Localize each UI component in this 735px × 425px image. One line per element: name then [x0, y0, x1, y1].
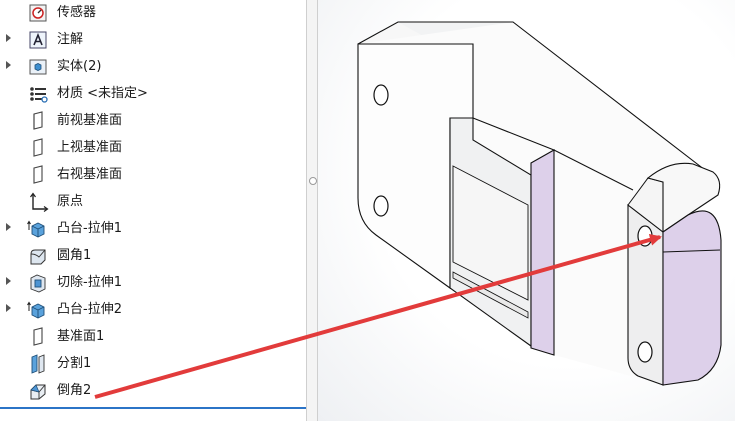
- tree-item-label: 倒角2: [57, 383, 92, 398]
- tree-item-boss-extrude-2[interactable]: 凸台-拉伸2: [0, 296, 300, 323]
- graphics-area[interactable]: [318, 0, 735, 421]
- plane-icon: [33, 138, 43, 157]
- boss-extrude-icon: [27, 220, 45, 238]
- tree-item-label: 材质 <未指定>: [57, 86, 148, 101]
- chamfer-icon: [30, 384, 46, 400]
- tree-item-label: 分割1: [57, 356, 92, 371]
- hole: [637, 341, 653, 363]
- tree-item-cut-extrude-1[interactable]: 切除-拉伸1: [0, 269, 300, 296]
- expand-arrow-icon[interactable]: [6, 277, 11, 285]
- tree-item-label: 凸台-拉伸2: [57, 302, 122, 317]
- tree-item-right-plane[interactable]: 右视基准面: [0, 161, 300, 188]
- solid-bodies-icon: [29, 59, 47, 75]
- rollback-bar[interactable]: [0, 407, 306, 409]
- tree-item-label: 原点: [57, 194, 84, 209]
- tree-item-chamfer-2[interactable]: 倒角2: [0, 377, 300, 404]
- tree-item-label: 切除-拉伸1: [57, 275, 122, 290]
- expand-arrow-icon[interactable]: [6, 304, 11, 312]
- tree-item-label: 凸台-拉伸1: [57, 221, 122, 236]
- tree-item-label: 上视基准面: [57, 140, 123, 155]
- tree-item-origin[interactable]: 原点: [0, 188, 300, 215]
- tree-item-label: 注解: [57, 32, 84, 47]
- feature-manager-tree: 传感器 注解 实体(2) 材质 <未指定> 前视基准面 上视基准面 右视基准面 …: [0, 0, 306, 421]
- tree-item-fillet-1[interactable]: 圆角1: [0, 242, 300, 269]
- expand-arrow-icon[interactable]: [6, 61, 11, 69]
- splitter-grip-icon[interactable]: [309, 177, 317, 185]
- tree-item-material[interactable]: 材质 <未指定>: [0, 80, 300, 107]
- tree-item-split-1[interactable]: 分割1: [0, 350, 300, 377]
- material-icon: [30, 87, 48, 103]
- plane-icon: [33, 111, 43, 130]
- hole: [373, 84, 389, 106]
- tree-item-boss-extrude-1[interactable]: 凸台-拉伸1: [0, 215, 300, 242]
- plane-icon: [33, 327, 43, 346]
- panel-splitter[interactable]: [306, 0, 318, 421]
- plane-icon: [33, 165, 43, 184]
- tree-item-plane-1[interactable]: 基准面1: [0, 323, 300, 350]
- sensor-icon: [29, 4, 47, 22]
- split-icon: [31, 354, 45, 374]
- boss-extrude-icon: [27, 301, 45, 319]
- hole: [637, 225, 653, 247]
- tree-item-front-plane[interactable]: 前视基准面: [0, 107, 300, 134]
- origin-icon: [30, 192, 49, 212]
- tree-item-label: 圆角1: [57, 248, 92, 263]
- hole: [373, 195, 389, 217]
- end-block-side: [662, 210, 722, 386]
- tree-item-sensors[interactable]: 传感器: [0, 0, 300, 26]
- tree-item-label: 传感器: [57, 5, 97, 20]
- tree-item-annotations[interactable]: 注解: [0, 26, 300, 53]
- expand-arrow-icon[interactable]: [6, 34, 11, 42]
- annotation-icon: [29, 31, 47, 49]
- tree-item-label: 实体(2): [57, 59, 102, 74]
- part-model[interactable]: [318, 0, 735, 421]
- tree-item-solid-bodies[interactable]: 实体(2): [0, 53, 300, 80]
- expand-arrow-icon[interactable]: [6, 223, 11, 231]
- tree-item-top-plane[interactable]: 上视基准面: [0, 134, 300, 161]
- tree-item-label: 前视基准面: [57, 113, 123, 128]
- cut-extrude-icon: [30, 274, 46, 293]
- tree-item-label: 基准面1: [57, 329, 105, 344]
- split-face: [530, 149, 555, 356]
- fillet-icon: [30, 249, 46, 265]
- tree-item-label: 右视基准面: [57, 167, 123, 182]
